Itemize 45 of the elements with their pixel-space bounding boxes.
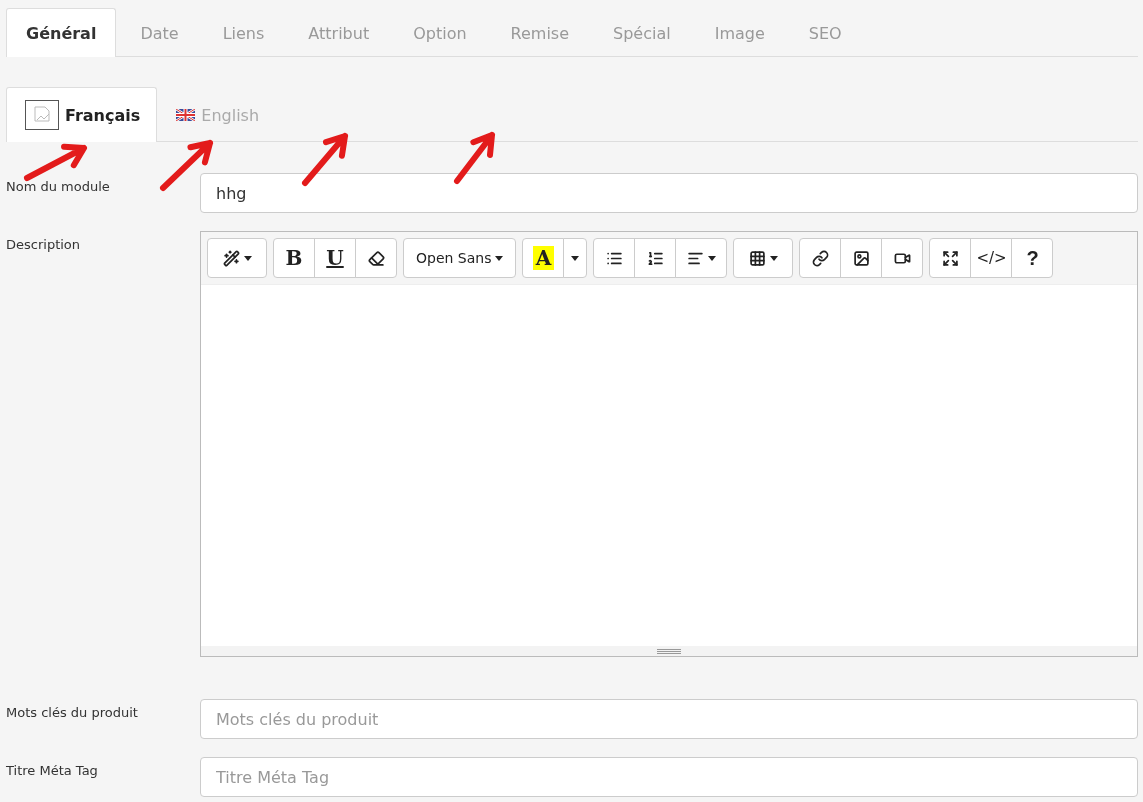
annotation-arrow (160, 140, 213, 191)
field-label: Description (6, 236, 82, 254)
text-field[interactable]: Titre Méta Tag (200, 757, 1138, 797)
eraser-icon (367, 249, 385, 267)
code-view-button[interactable]: </> (970, 238, 1013, 278)
language-tab[interactable]: Français (6, 87, 158, 142)
numbered-list-button[interactable] (634, 238, 677, 278)
color-dropdown-button[interactable] (563, 238, 588, 278)
text-field[interactable]: hhg (200, 173, 1138, 213)
picture-button[interactable] (840, 238, 883, 278)
fullscreen-button[interactable] (929, 238, 972, 278)
expand-icon (942, 249, 959, 267)
caret-icon (495, 255, 504, 261)
bold-button[interactable]: B (273, 238, 315, 278)
field-label: Nom du module (6, 178, 111, 196)
tab[interactable]: Général (6, 8, 117, 57)
field-label: Mots clés du produit (6, 704, 139, 722)
link-button[interactable] (799, 238, 842, 278)
bullet-list-button[interactable] (593, 238, 636, 278)
picture-icon (853, 249, 870, 267)
numbered-list-icon (647, 249, 664, 267)
caret-icon (243, 255, 252, 261)
caret-icon (571, 255, 580, 261)
font-dropdown[interactable]: Open Sans (403, 238, 517, 278)
uk-flag-icon (176, 109, 196, 121)
style-button[interactable] (207, 238, 267, 278)
annotation-arrow (24, 143, 87, 181)
table-button[interactable] (733, 238, 794, 278)
annotation-arrow (302, 133, 348, 186)
resize-handle-icon[interactable] (657, 648, 681, 654)
caret-icon (708, 255, 716, 261)
wand-icon (222, 249, 240, 267)
field-label: Titre Méta Tag (6, 762, 99, 780)
broken-image-icon (25, 100, 59, 130)
text-color-button[interactable]: A (522, 238, 565, 278)
caret-icon (770, 255, 778, 261)
text-field[interactable]: Mots clés du produit (200, 699, 1138, 739)
align-button[interactable] (675, 238, 728, 278)
video-button[interactable] (881, 238, 924, 278)
annotation-arrow (454, 132, 495, 184)
underline-button[interactable]: U (314, 238, 356, 278)
eraser-button[interactable] (355, 238, 397, 278)
link-icon (812, 249, 829, 267)
help-button[interactable]: ? (1011, 238, 1054, 278)
grid-icon (749, 249, 766, 267)
